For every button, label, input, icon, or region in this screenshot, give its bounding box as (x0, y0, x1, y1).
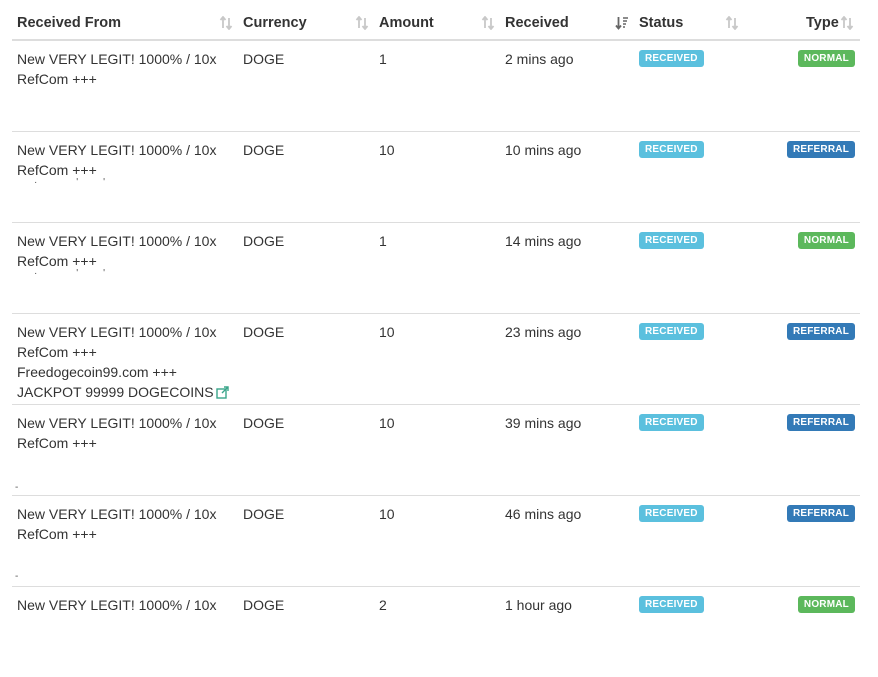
currency-cell: DOGE (243, 415, 285, 431)
received-from-link-line: JACKPOT 99999 DOGECOINS (17, 382, 232, 404)
currency-cell: DOGE (243, 51, 285, 67)
currency-cell: DOGE (243, 324, 285, 340)
type-badge: REFERRAL (786, 141, 855, 158)
transactions-table: Received From Currency Amount Received S… (12, 6, 860, 677)
received-from-line: New VERY LEGIT! 1000% / 10x (17, 142, 217, 158)
status-badge: RECEIVED (639, 232, 704, 249)
amount-cell: 1 (379, 51, 387, 67)
status-badge: RECEIVED (639, 323, 704, 340)
sort-icon[interactable] (840, 15, 854, 31)
table-row: New VERY LEGIT! 1000% / 10x RefCom +++ F… (12, 314, 860, 405)
received-time-cell: 14 mins ago (505, 233, 582, 249)
column-header-currency[interactable]: Currency (243, 6, 307, 39)
amount-cell: 1 (379, 233, 387, 249)
received-from-line: New VERY LEGIT! 1000% / 10x (17, 51, 217, 67)
sort-descending-icon[interactable] (615, 16, 629, 30)
column-header-status[interactable]: Status (639, 6, 683, 39)
column-header-type[interactable]: Type (806, 6, 839, 39)
sort-icon[interactable] (219, 15, 233, 31)
currency-cell: DOGE (243, 142, 285, 158)
status-badge: RECEIVED (639, 596, 704, 613)
table-row: New VERY LEGIT! 1000% / 10x RefCom +++ D… (12, 41, 860, 132)
received-from-line: New VERY LEGIT! 1000% / 10x (17, 506, 217, 522)
type-badge: NORMAL (797, 232, 855, 249)
column-header-received-from[interactable]: Received From (17, 6, 121, 39)
received-time-cell: 23 mins ago (505, 324, 582, 340)
received-from-line: RefCom +++ (17, 71, 97, 87)
clipped-text-fragment: · ' ' (34, 177, 106, 188)
received-time-cell: 1 hour ago (505, 597, 572, 613)
status-badge: RECEIVED (639, 505, 704, 522)
external-link-icon[interactable] (215, 384, 229, 404)
column-header-received[interactable]: Received (505, 6, 569, 39)
type-badge: REFERRAL (786, 414, 855, 431)
type-badge: REFERRAL (786, 323, 855, 340)
received-from-cell: New VERY LEGIT! 1000% / 10x RefCom +++ (17, 231, 232, 271)
received-from-line: RefCom +++ (17, 435, 97, 451)
type-badge: NORMAL (797, 50, 855, 67)
received-time-cell: 10 mins ago (505, 142, 582, 158)
received-from-line: New VERY LEGIT! 1000% / 10x (17, 233, 217, 249)
sort-icon[interactable] (481, 15, 495, 31)
currency-cell: DOGE (243, 233, 285, 249)
received-from-line: New VERY LEGIT! 1000% / 10x (17, 597, 217, 613)
received-from-link[interactable]: JACKPOT 99999 DOGECOINS (17, 384, 214, 400)
status-badge: RECEIVED (639, 141, 704, 158)
amount-cell: 10 (379, 142, 395, 158)
received-from-cell: New VERY LEGIT! 1000% / 10x (17, 595, 232, 615)
table-row: New VERY LEGIT! 1000% / 10x DOGE 2 1 hou… (12, 587, 860, 677)
status-badge: RECEIVED (639, 50, 704, 67)
received-from-line: RefCom +++ (17, 526, 97, 542)
amount-cell: 10 (379, 506, 395, 522)
received-from-cell: New VERY LEGIT! 1000% / 10x RefCom +++ (17, 49, 232, 89)
status-badge: RECEIVED (639, 414, 704, 431)
type-badge: NORMAL (797, 596, 855, 613)
amount-cell: 10 (379, 324, 395, 340)
clipped-text-fragment: · ' ' (34, 268, 106, 279)
table-row: New VERY LEGIT! 1000% / 10x RefCom +++ ·… (12, 223, 860, 314)
received-time-cell: 2 mins ago (505, 51, 574, 67)
table-row: New VERY LEGIT! 1000% / 10x RefCom +++ -… (12, 496, 860, 587)
table-header: Received From Currency Amount Received S… (12, 6, 860, 41)
table-row: New VERY LEGIT! 1000% / 10x RefCom +++ ·… (12, 132, 860, 223)
currency-cell: DOGE (243, 506, 285, 522)
received-from-line: New VERY LEGIT! 1000% / 10x (17, 415, 217, 431)
amount-cell: 2 (379, 597, 387, 613)
clipped-text-fragment: - (15, 571, 19, 582)
received-from-cell: New VERY LEGIT! 1000% / 10x RefCom +++ (17, 140, 232, 180)
received-time-cell: 39 mins ago (505, 415, 582, 431)
type-badge: REFERRAL (786, 505, 855, 522)
column-header-amount[interactable]: Amount (379, 6, 434, 39)
currency-cell: DOGE (243, 597, 285, 613)
received-from-line: Freedogecoin99.com +++ (17, 364, 177, 380)
sort-icon[interactable] (725, 15, 739, 31)
clipped-text-fragment: - (15, 482, 19, 493)
received-from-cell: New VERY LEGIT! 1000% / 10x RefCom +++ F… (17, 322, 232, 404)
table-row: New VERY LEGIT! 1000% / 10x RefCom +++ -… (12, 405, 860, 496)
received-from-cell: New VERY LEGIT! 1000% / 10x RefCom +++ (17, 504, 232, 544)
received-from-cell: New VERY LEGIT! 1000% / 10x RefCom +++ (17, 413, 232, 453)
received-from-line: New VERY LEGIT! 1000% / 10x (17, 324, 217, 340)
received-time-cell: 46 mins ago (505, 506, 582, 522)
sort-icon[interactable] (355, 15, 369, 31)
received-from-line: RefCom +++ (17, 344, 97, 360)
amount-cell: 10 (379, 415, 395, 431)
